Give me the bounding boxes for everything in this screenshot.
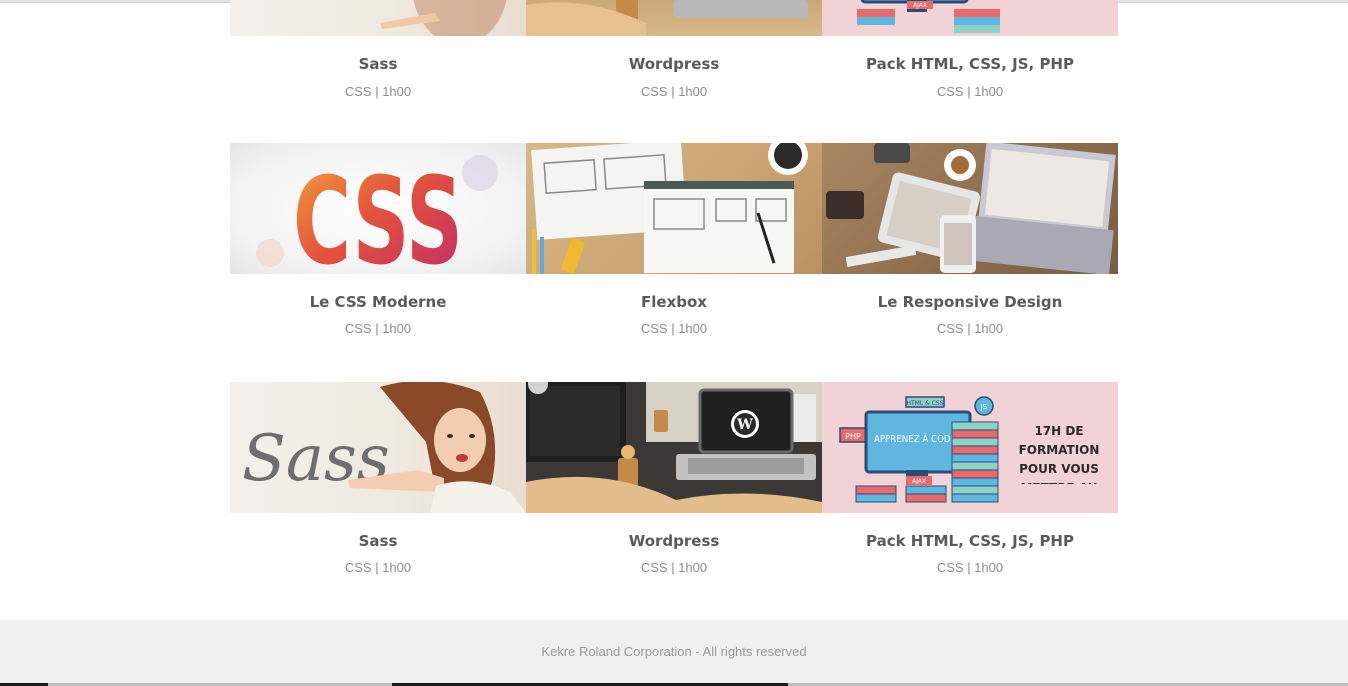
page-footer: Kekre Roland Corporation - All rights re… <box>0 620 1348 686</box>
course-meta: CSS | 1h00 <box>344 560 412 575</box>
flexbox-thumbnail[interactable] <box>526 143 822 274</box>
pack-tagline: 17H DE FORMATION POUR VOUS METTRE AU COD… <box>1018 424 1100 484</box>
course-meta: CSS | 1h00 <box>640 84 708 99</box>
svg-text:W: W <box>736 417 753 433</box>
pack-tag-ajax: AJAX <box>913 2 927 9</box>
course-row: Sass Sass CSS | 1h00 W Wordpress CSS | 1… <box>230 382 1118 582</box>
course-meta: CSS | 1h00 <box>936 560 1004 575</box>
course-meta: CSS | 1h00 <box>936 84 1004 99</box>
course-card-pack[interactable]: HTML & CSS JS PHP APPRENEZ À CODER AJAX <box>822 382 1118 575</box>
pack-thumbnail[interactable]: HTML & CSS JS PHP APPRENEZ À CODER AJAX <box>822 382 1118 513</box>
course-card-css-moderne[interactable]: CSS Le CSS Moderne CSS | 1h00 <box>230 143 526 336</box>
course-meta: CSS | 1h00 <box>344 84 412 99</box>
course-title[interactable]: Wordpress <box>526 55 822 73</box>
course-card-sass[interactable]: Sass Sass CSS | 1h00 <box>230 382 526 575</box>
course-card-pack[interactable]: AJAX Pack HTML, CSS, JS, PHP CSS | 1h00 <box>822 0 1118 99</box>
course-title[interactable]: Le CSS Moderne <box>230 293 526 311</box>
css-logo: CSS <box>293 153 463 274</box>
sass-thumbnail[interactable]: Sass <box>230 382 526 513</box>
pack-illustration: AJAX <box>857 0 1000 33</box>
course-card-responsive[interactable]: Le Responsive Design CSS | 1h00 <box>822 143 1118 336</box>
course-card-wordpress[interactable]: Wordpress CSS | 1h00 <box>526 0 822 99</box>
pack-illustration: HTML & CSS JS PHP APPRENEZ À CODER AJAX <box>839 396 1100 503</box>
course-title[interactable]: Sass <box>230 55 526 73</box>
wordpress-thumbnail[interactable]: W <box>526 382 822 513</box>
pack-tag-js: JS <box>980 403 988 411</box>
wordpress-illustration: W <box>526 382 822 513</box>
pack-screen-text: APPRENEZ À CODER <box>874 432 962 445</box>
css-thumbnail[interactable]: CSS <box>230 143 526 274</box>
course-row: Sass CSS | 1h00 Wordpress CSS | 1h00 AJA… <box>230 0 1118 105</box>
course-meta: CSS | 1h00 <box>640 321 708 336</box>
sass-illustration <box>380 0 507 36</box>
wordpress-thumbnail[interactable] <box>526 0 822 36</box>
course-title[interactable]: Le Responsive Design <box>822 293 1118 311</box>
course-title[interactable]: Flexbox <box>526 293 822 311</box>
pack-tag-php: PHP <box>845 432 861 441</box>
course-title[interactable]: Pack HTML, CSS, JS, PHP <box>822 55 1118 73</box>
responsive-illustration <box>826 143 1116 274</box>
course-title[interactable]: Sass <box>230 532 526 550</box>
course-title[interactable]: Wordpress <box>526 532 822 550</box>
course-card-sass[interactable]: Sass CSS | 1h00 <box>230 0 526 99</box>
css-illustration: CSS <box>256 153 498 274</box>
course-meta: CSS | 1h00 <box>344 321 412 336</box>
course-meta: CSS | 1h00 <box>640 560 708 575</box>
pack-tag-html: HTML & CSS <box>907 400 944 407</box>
footer-copyright: Kekre Roland Corporation - All rights re… <box>541 644 807 659</box>
course-card-wordpress[interactable]: W Wordpress CSS | 1h00 <box>526 382 822 575</box>
sass-thumbnail[interactable] <box>230 0 526 36</box>
responsive-thumbnail[interactable] <box>822 143 1118 274</box>
course-card-flexbox[interactable]: Flexbox CSS | 1h00 <box>526 143 822 336</box>
sass-illustration: Sass <box>242 382 526 513</box>
pack-tag-ajax: AJAX <box>912 478 926 485</box>
pack-thumbnail[interactable]: AJAX <box>822 0 1118 36</box>
flexbox-illustration <box>531 143 808 274</box>
course-title[interactable]: Pack HTML, CSS, JS, PHP <box>822 532 1118 550</box>
course-row: CSS Le CSS Moderne CSS | 1h00 Flexbox CS… <box>230 143 1118 343</box>
wordpress-illustration <box>526 0 808 36</box>
course-meta: CSS | 1h00 <box>936 321 1004 336</box>
